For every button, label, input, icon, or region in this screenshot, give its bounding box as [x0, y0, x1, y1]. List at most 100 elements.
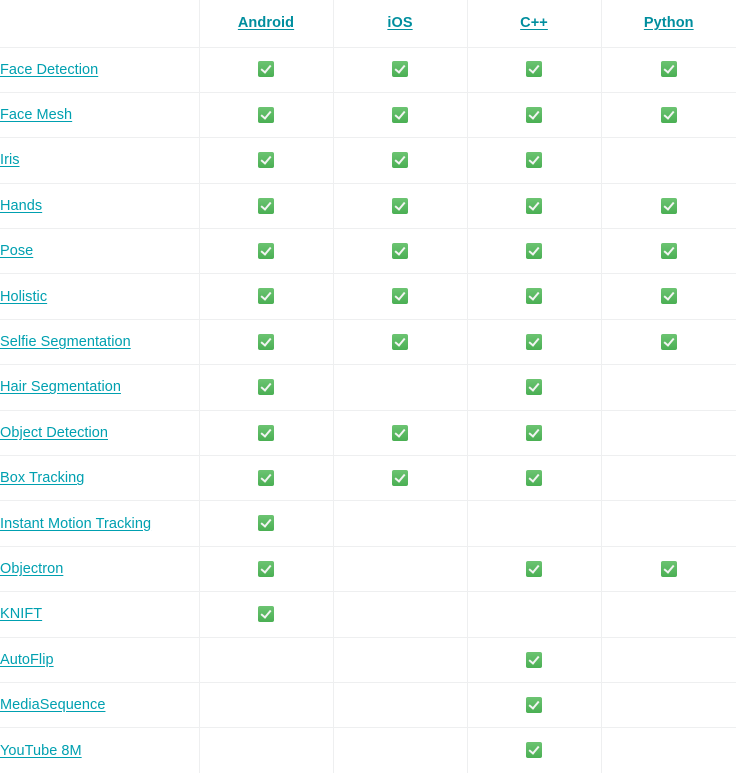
solution-link[interactable]: Iris: [0, 152, 20, 168]
table-row: Selfie Segmentation: [0, 319, 736, 366]
support-cell-python: [601, 319, 736, 366]
solution-link[interactable]: AutoFlip: [0, 652, 54, 668]
support-cell-android: [199, 637, 334, 683]
support-cell-android: [199, 591, 334, 638]
solution-link[interactable]: Face Mesh: [0, 107, 72, 123]
solution-name-cell: Holistic: [0, 273, 200, 320]
support-cell-python: [601, 47, 736, 93]
check-mark-button-icon: [526, 197, 542, 214]
solution-name-cell: Selfie Segmentation: [0, 319, 200, 366]
solution-link[interactable]: Instant Motion Tracking: [0, 516, 151, 532]
support-cell-android: [199, 455, 334, 502]
support-cell-python: [601, 137, 736, 184]
support-cell-ios: [333, 319, 468, 366]
table-row: KNIFT: [0, 591, 736, 638]
check-mark-button-icon: [258, 288, 274, 305]
support-cell-ios: [333, 47, 468, 93]
solution-link[interactable]: Objectron: [0, 561, 63, 577]
check-mark-button-icon: [526, 61, 542, 78]
support-cell-cpp: [467, 500, 602, 547]
support-cell-cpp: [467, 682, 602, 729]
table-row: Hands: [0, 183, 736, 230]
column-header-ios-link[interactable]: iOS: [387, 15, 412, 31]
support-cell-python: [601, 228, 736, 275]
support-cell-cpp: [467, 364, 602, 411]
column-header-python-link[interactable]: Python: [644, 15, 694, 31]
table-row: Box Tracking: [0, 455, 736, 502]
support-cell-ios: [333, 455, 468, 502]
table-row: Hair Segmentation: [0, 364, 736, 411]
check-mark-button-icon: [258, 61, 274, 78]
check-mark-button-icon: [526, 152, 542, 169]
check-mark-button-icon: [258, 379, 274, 396]
support-cell-android: [199, 500, 334, 547]
table-header-row: Android iOS C++ Python: [0, 0, 736, 48]
check-mark-button-icon: [526, 288, 542, 305]
check-mark-button-icon: [258, 424, 274, 441]
support-cell-android: [199, 92, 334, 139]
support-cell-ios: [333, 228, 468, 275]
check-mark-button-icon: [258, 106, 274, 123]
support-cell-ios: [333, 183, 468, 230]
solution-name-cell: Pose: [0, 228, 200, 275]
table-body: Face Detection Face Mesh Iris Hands Pose Holi…: [0, 47, 736, 773]
solution-link[interactable]: Holistic: [0, 289, 47, 305]
check-mark-button-icon: [526, 106, 542, 123]
check-mark-button-icon: [526, 424, 542, 441]
support-cell-python: [601, 273, 736, 320]
column-header-cpp-link[interactable]: C++: [520, 15, 548, 31]
table-row: Object Detection: [0, 410, 736, 457]
column-header-android-link[interactable]: Android: [238, 15, 294, 31]
support-cell-cpp: [467, 228, 602, 275]
support-cell-python: [601, 455, 736, 502]
support-cell-cpp: [467, 546, 602, 593]
solution-name-cell: Hands: [0, 183, 200, 230]
solution-link[interactable]: YouTube 8M: [0, 743, 82, 759]
support-cell-python: [601, 410, 736, 457]
check-mark-button-icon: [258, 515, 274, 532]
support-cell-android: [199, 682, 334, 729]
column-header-ios: iOS: [333, 0, 468, 48]
check-mark-button-icon: [392, 61, 408, 78]
solution-link[interactable]: Selfie Segmentation: [0, 334, 131, 350]
support-cell-ios: [333, 137, 468, 184]
support-cell-cpp: [467, 273, 602, 320]
solution-link[interactable]: KNIFT: [0, 606, 42, 622]
solution-name-cell: Face Mesh: [0, 92, 200, 139]
check-mark-button-icon: [392, 197, 408, 214]
solution-link[interactable]: Object Detection: [0, 425, 108, 441]
support-cell-cpp: [467, 47, 602, 93]
support-cell-cpp: [467, 137, 602, 184]
check-mark-button-icon: [258, 152, 274, 169]
check-mark-button-icon: [526, 742, 542, 759]
support-cell-python: [601, 92, 736, 139]
solution-name-cell: Face Detection: [0, 47, 200, 93]
solution-link[interactable]: Box Tracking: [0, 470, 84, 486]
check-mark-button-icon: [392, 106, 408, 123]
check-mark-button-icon: [660, 106, 677, 123]
support-cell-python: [601, 183, 736, 230]
support-cell-ios: [333, 273, 468, 320]
table-row: Face Mesh: [0, 92, 736, 139]
support-cell-python: [601, 637, 736, 683]
solution-link[interactable]: Hands: [0, 198, 42, 214]
check-mark-button-icon: [660, 61, 677, 78]
solutions-support-table: Android iOS C++ Python Face Detection Fac…: [0, 0, 736, 773]
solution-name-cell: YouTube 8M: [0, 727, 200, 773]
support-cell-android: [199, 228, 334, 275]
support-cell-android: [199, 273, 334, 320]
solution-link[interactable]: Pose: [0, 243, 33, 259]
support-cell-android: [199, 727, 334, 773]
support-cell-cpp: [467, 455, 602, 502]
support-cell-ios: [333, 727, 468, 773]
solution-link[interactable]: MediaSequence: [0, 697, 105, 713]
support-cell-python: [601, 591, 736, 638]
support-cell-ios: [333, 637, 468, 683]
solution-name-cell: Objectron: [0, 546, 200, 593]
solution-link[interactable]: Face Detection: [0, 62, 98, 78]
check-mark-button-icon: [526, 333, 542, 350]
support-matrix-container: Android iOS C++ Python Face Detection Fac…: [0, 0, 736, 773]
solution-name-cell: Object Detection: [0, 410, 200, 457]
check-mark-button-icon: [392, 243, 408, 260]
solution-link[interactable]: Hair Segmentation: [0, 379, 121, 395]
